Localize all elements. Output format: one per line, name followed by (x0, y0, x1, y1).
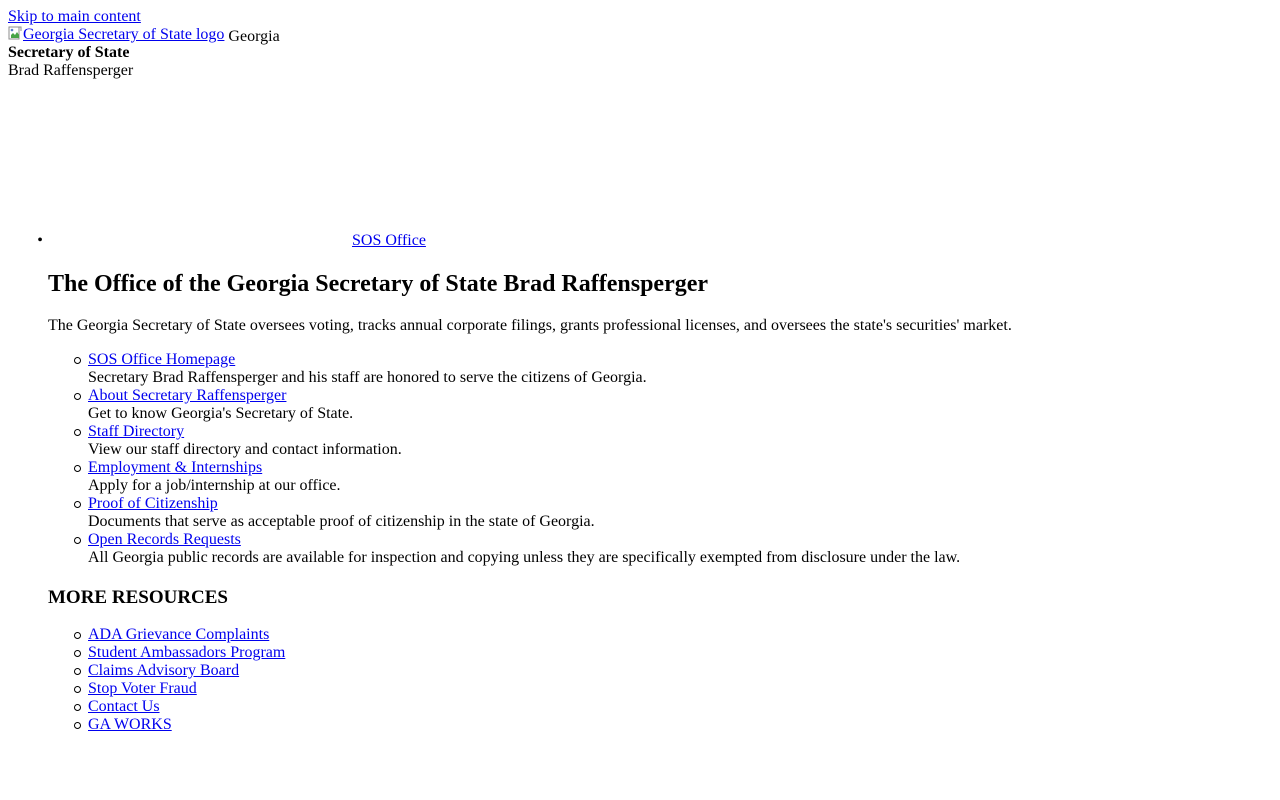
ga-works-link[interactable]: GA WORKS (88, 716, 172, 733)
student-ambassadors-program-link[interactable]: Student Ambassadors Program (88, 644, 285, 661)
about-secretary-link[interactable]: About Secretary Raffensperger (88, 387, 286, 404)
office-link-item-staff-directory: Staff Directory View our staff directory… (88, 423, 960, 459)
proof-of-citizenship-description: Documents that serve as acceptable proof… (88, 513, 595, 530)
office-links-list: SOS Office Homepage Secretary Brad Raffe… (88, 351, 960, 567)
staff-directory-description: View our staff directory and contact inf… (88, 441, 402, 458)
circle-bullet-icon (71, 680, 83, 698)
site-brand: Georgia Secretary of State logo Georgia (8, 26, 280, 46)
nav-item-sos-office: SOS Office (352, 232, 426, 250)
logo-link[interactable]: Georgia Secretary of State logo (8, 26, 224, 44)
sos-office-homepage-description: Secretary Brad Raffensperger and his sta… (88, 369, 647, 386)
skip-to-main-content-link[interactable]: Skip to main content (8, 8, 141, 26)
circle-bullet-icon (71, 698, 83, 716)
office-link-item-employment: Employment & Internships Apply for a job… (88, 459, 960, 495)
open-records-requests-description: All Georgia public records are available… (88, 549, 961, 566)
proof-of-citizenship-link[interactable]: Proof of Citizenship (88, 495, 218, 512)
more-resources-heading: MORE RESOURCES (48, 587, 228, 608)
resource-link-item: ADA Grievance Complaints (88, 626, 285, 644)
page-title: The Office of the Georgia Secretary of S… (48, 271, 709, 297)
stop-voter-fraud-link[interactable]: Stop Voter Fraud (88, 680, 197, 697)
employment-internships-description: Apply for a job/internship at our office… (88, 477, 341, 494)
resource-link-item: GA WORKS (88, 716, 285, 734)
circle-bullet-icon (71, 459, 83, 477)
circle-bullet-icon (71, 626, 83, 644)
intro-text: The Georgia Secretary of State oversees … (48, 317, 1012, 334)
page: Skip to main content Georgia Secretary o… (0, 0, 1280, 800)
resource-link-item: Student Ambassadors Program (88, 644, 285, 662)
circle-bullet-icon (71, 644, 83, 662)
open-records-requests-link[interactable]: Open Records Requests (88, 531, 241, 548)
about-secretary-description: Get to know Georgia's Secretary of State… (88, 405, 354, 422)
office-link-item-open-records: Open Records Requests All Georgia public… (88, 531, 960, 567)
more-resources-list: ADA Grievance Complaints Student Ambassa… (88, 626, 285, 734)
circle-bullet-icon (71, 351, 83, 369)
sos-office-nav-link[interactable]: SOS Office (352, 232, 426, 249)
circle-bullet-icon (71, 716, 83, 734)
broken-image-icon (8, 26, 22, 41)
office-link-item-about: About Secretary Raffensperger Get to kno… (88, 387, 960, 423)
circle-bullet-icon (71, 531, 83, 549)
resource-link-item: Contact Us (88, 698, 285, 716)
circle-bullet-icon (71, 423, 83, 441)
state-name: Georgia (228, 28, 280, 45)
logo-alt-text: Georgia Secretary of State logo (23, 26, 225, 43)
sos-office-homepage-link[interactable]: SOS Office Homepage (88, 351, 235, 368)
circle-bullet-icon (71, 387, 83, 405)
office-title: Secretary of State (8, 44, 130, 61)
circle-bullet-icon (71, 495, 83, 513)
office-link-item-homepage: SOS Office Homepage Secretary Brad Raffe… (88, 351, 960, 387)
resource-link-item: Claims Advisory Board (88, 662, 285, 680)
official-name: Brad Raffensperger (8, 62, 134, 79)
staff-directory-link[interactable]: Staff Directory (88, 423, 184, 440)
employment-internships-link[interactable]: Employment & Internships (88, 459, 262, 476)
contact-us-link[interactable]: Contact Us (88, 698, 160, 715)
disc-bullet-icon: • (37, 232, 43, 249)
circle-bullet-icon (71, 662, 83, 680)
office-link-item-proof-of-citizenship: Proof of Citizenship Documents that serv… (88, 495, 960, 531)
resource-link-item: Stop Voter Fraud (88, 680, 285, 698)
claims-advisory-board-link[interactable]: Claims Advisory Board (88, 662, 239, 679)
ada-grievance-complaints-link[interactable]: ADA Grievance Complaints (88, 626, 269, 643)
